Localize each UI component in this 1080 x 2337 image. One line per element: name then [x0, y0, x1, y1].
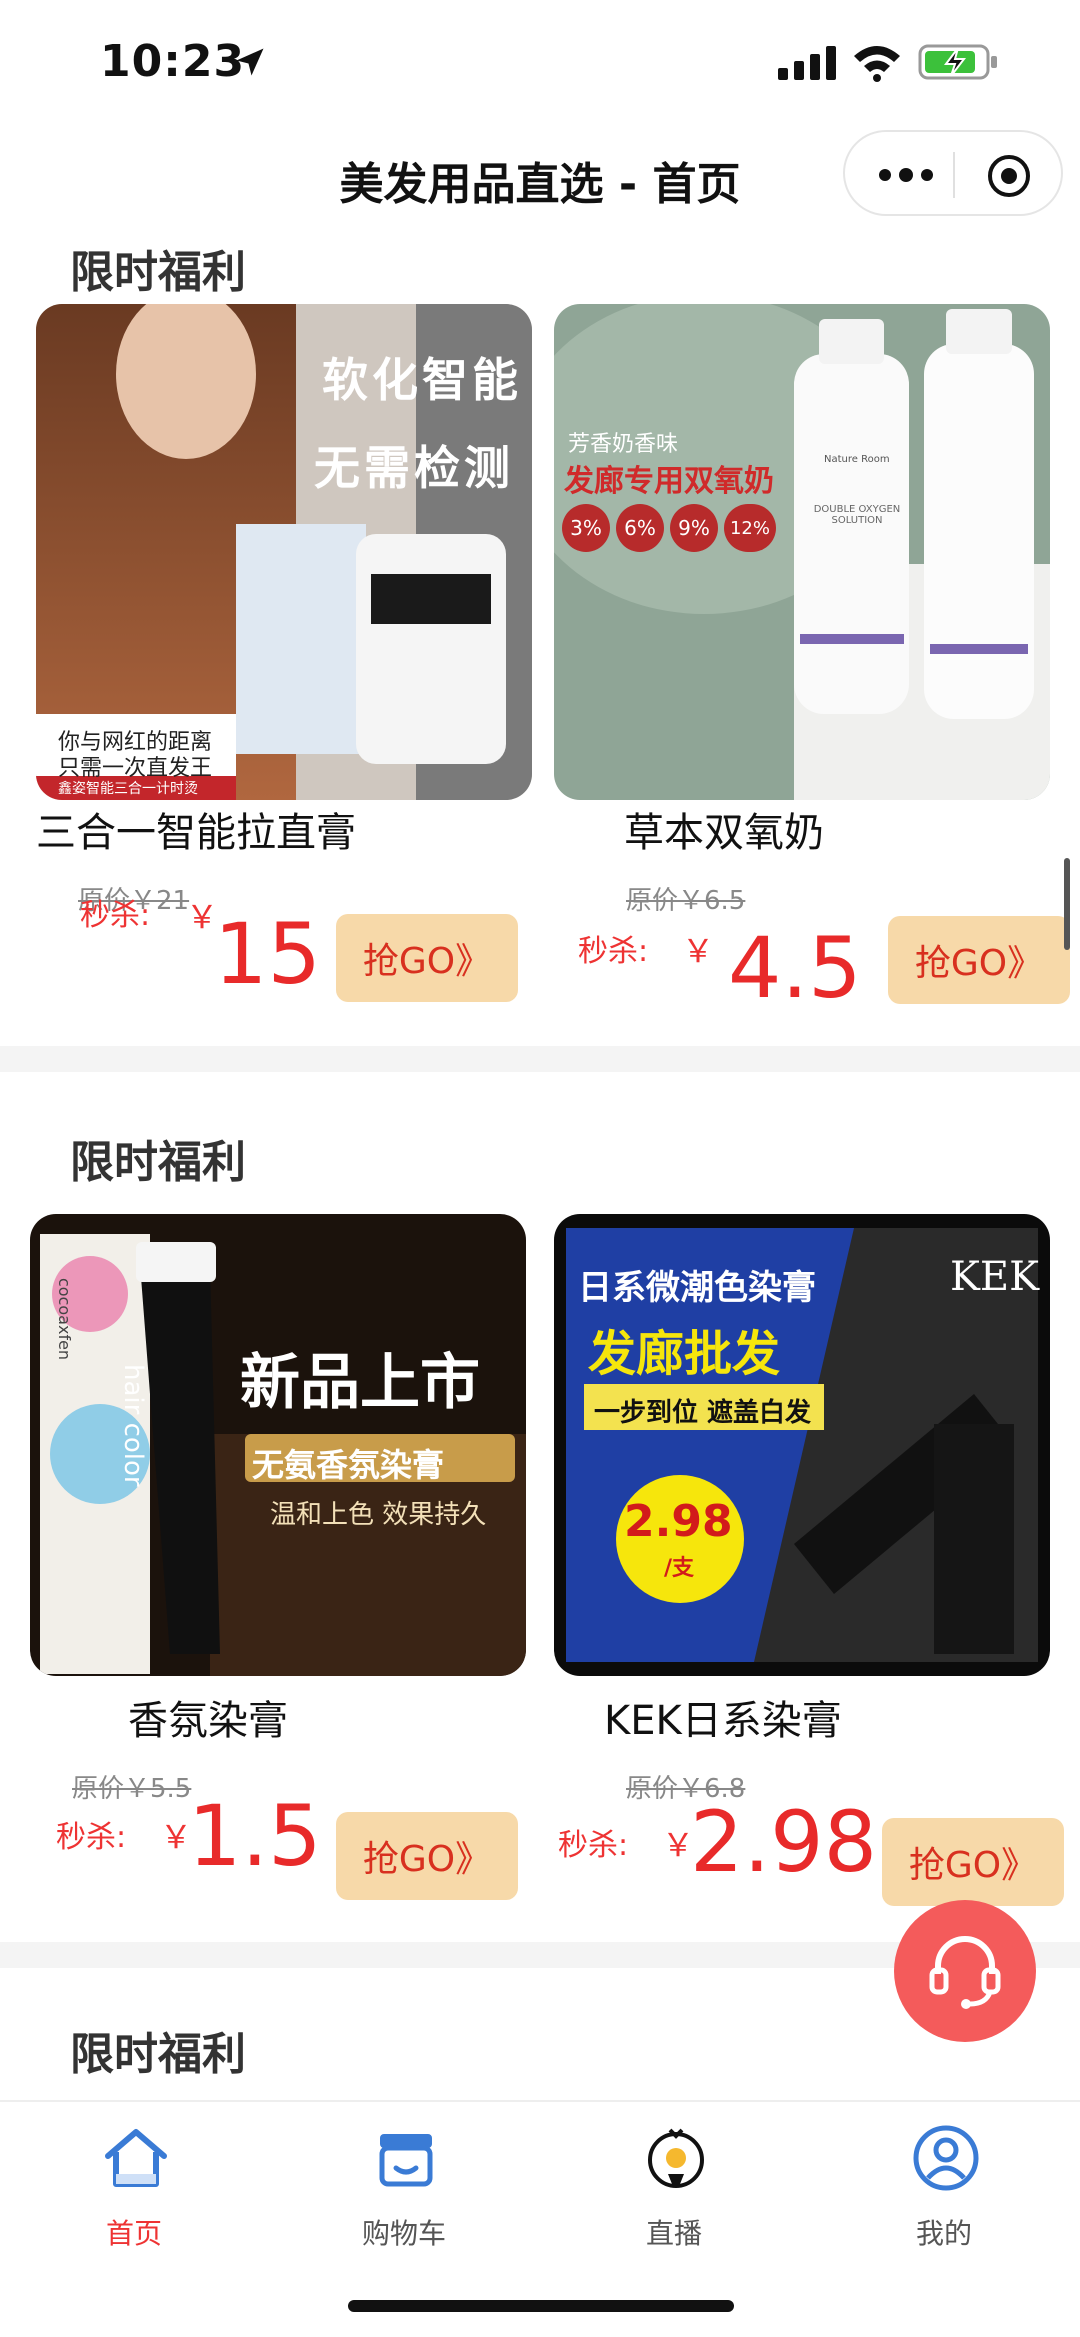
- capsule-divider: [953, 152, 955, 198]
- more-options-icon[interactable]: [875, 156, 937, 194]
- image-text: /支: [664, 1556, 695, 1581]
- home-icon: [105, 2129, 167, 2187]
- brand-logo-text: KEK: [950, 1254, 1039, 1300]
- section-title: 限时福利: [70, 1137, 246, 1188]
- buy-now-button[interactable]: 抢GO》: [336, 1812, 518, 1900]
- buy-now-button[interactable]: 抢GO》: [336, 914, 518, 1002]
- user-icon: [913, 2125, 979, 2191]
- section-divider: [0, 1046, 1080, 1072]
- image-text: 新品上市: [240, 1348, 480, 1418]
- buy-now-button[interactable]: 抢GO》: [882, 1818, 1064, 1906]
- home-indicator: [348, 2300, 734, 2312]
- tab-label: 购物车: [361, 2217, 446, 2250]
- flash-sale-section-2: 限时福利 新品上市 无氨香氛染膏 温和上色 效果持久 hair color co…: [0, 1072, 1080, 1942]
- tab-label: 我的: [915, 2217, 972, 2250]
- location-arrow-icon: [236, 48, 264, 76]
- seckill-label: 秒杀:: [80, 898, 151, 933]
- image-text: 无需检测: [314, 441, 514, 495]
- product-image-straightener[interactable]: 软化智能 无需检测 你与网红的距离 只需一次直发王 鑫姿智能三合一计时烫: [36, 304, 532, 800]
- percent-badge: 9%: [670, 504, 718, 552]
- percent-badge: 12%: [724, 504, 776, 552]
- currency-symbol: ￥: [682, 932, 715, 970]
- tube-label: hair color: [118, 1364, 148, 1487]
- seckill-label: 秒杀:: [558, 1828, 629, 1863]
- image-text: 芳香奶香味: [568, 432, 679, 457]
- tab-live[interactable]: 直播: [574, 2122, 774, 2262]
- product-name[interactable]: KEK日系染膏: [604, 1688, 842, 1746]
- section-title: 限时福利: [70, 247, 246, 298]
- product-name[interactable]: 香氛染膏: [128, 1688, 288, 1746]
- percent-badge: 6%: [616, 504, 664, 552]
- image-text: 温和上色 效果持久: [270, 1500, 487, 1530]
- tab-label: 直播: [645, 2217, 702, 2250]
- original-price: 原价￥5.5: [72, 1774, 192, 1804]
- headset-icon: [929, 1936, 1001, 2009]
- close-program-icon[interactable]: [985, 152, 1033, 200]
- tab-label: 首页: [105, 2217, 162, 2250]
- buy-now-button[interactable]: 抢GO》: [888, 916, 1070, 1004]
- flash-sale-section-1: 限时福利 软化智能 无需检测 你与网红的距离 只需一次直发王 鑫姿智能三合一计时…: [0, 226, 1080, 1046]
- sale-price: 4.5: [728, 919, 862, 1017]
- image-text: 发廊专用双氧奶: [564, 464, 774, 499]
- status-bar: 10:23: [0, 0, 1080, 130]
- image-text: 鑫姿智能三合一计时烫: [58, 781, 198, 797]
- seckill-label: 秒杀:: [56, 1820, 127, 1855]
- percent-badge: 3%: [562, 504, 610, 552]
- image-text: 2.98: [624, 1496, 733, 1547]
- battery-charging-icon: [918, 44, 997, 80]
- bottle-label: Nature Room: [824, 454, 890, 465]
- wifi-icon: [854, 46, 900, 82]
- live-icon: [648, 2128, 704, 2188]
- image-text: 一步到位 遮盖白发: [594, 1398, 812, 1428]
- product-image-fragrance-dye[interactable]: 新品上市 无氨香氛染膏 温和上色 效果持久 hair color cocoaxf…: [30, 1214, 526, 1676]
- customer-service-button[interactable]: [894, 1900, 1036, 2042]
- sale-price: 1.5: [188, 1787, 322, 1885]
- original-price: 原价￥6.5: [626, 886, 746, 916]
- status-time: 10:23: [100, 36, 246, 87]
- tab-cart[interactable]: 购物车: [304, 2122, 504, 2262]
- product-name[interactable]: 草本双氧奶: [624, 800, 824, 858]
- sale-price: 2.98: [690, 1793, 878, 1891]
- product-name[interactable]: 三合一智能拉直膏: [36, 800, 356, 858]
- bottle-label: DOUBLE OXYGEN SOLUTION: [813, 504, 901, 526]
- product-image-developer[interactable]: 芳香奶香味 发廊专用双氧奶 3% 6% 9% 12% Nature Room D…: [554, 304, 1050, 800]
- image-text: 发廊批发: [588, 1326, 781, 1382]
- brand-label: cocoaxfen: [55, 1278, 74, 1361]
- section-title: 限时福利: [70, 2029, 246, 2080]
- sale-price: 15: [214, 905, 321, 1003]
- tab-mine[interactable]: 我的: [844, 2122, 1044, 2262]
- cellular-signal-icon: [778, 46, 836, 80]
- mini-program-capsule: [843, 130, 1063, 216]
- image-text: 日系微潮色染膏: [578, 1268, 816, 1308]
- image-text: 无氨香氛染膏: [252, 1446, 445, 1484]
- shop-icon: [379, 2134, 433, 2187]
- scrollbar[interactable]: [1064, 858, 1070, 950]
- product-photo: [554, 304, 1050, 800]
- image-text: 软化智能: [322, 353, 522, 407]
- seckill-label: 秒杀:: [578, 934, 649, 969]
- product-image-kek-dye[interactable]: 日系微潮色染膏 发廊批发 一步到位 遮盖白发 2.98 /支 KEK: [554, 1214, 1050, 1676]
- nav-header: 美发用品直选 - 首页: [0, 130, 1080, 240]
- tab-home[interactable]: 首页: [34, 2122, 234, 2262]
